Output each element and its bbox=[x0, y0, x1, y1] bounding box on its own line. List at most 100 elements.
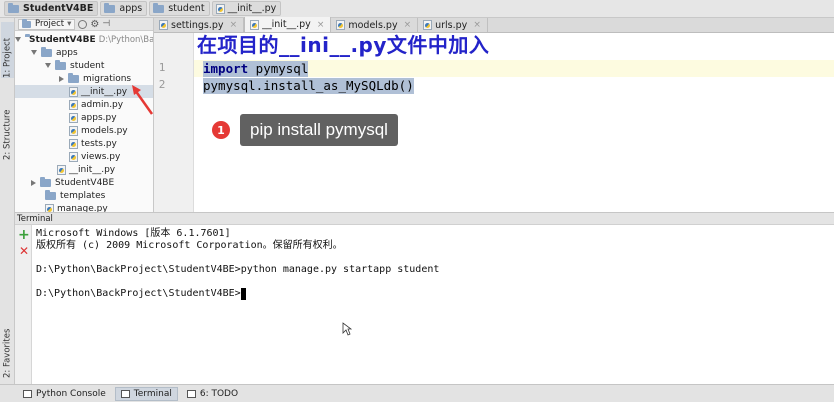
tree-item-label: models.py bbox=[81, 125, 128, 136]
editor-tabs: settings.py × __init__.py × models.py × urls.p… bbox=[154, 17, 834, 33]
tree-item-label: tests.py bbox=[81, 138, 117, 149]
editor-tab[interactable]: settings.py × bbox=[154, 18, 245, 32]
arrow-annotation-icon bbox=[132, 85, 154, 115]
close-tab-icon[interactable]: × bbox=[317, 20, 325, 30]
structure-tool-tab[interactable]: 2: Structure bbox=[1, 88, 14, 160]
sync-icon[interactable] bbox=[78, 19, 88, 29]
python-file-icon bbox=[69, 138, 78, 149]
python-file-icon bbox=[57, 164, 66, 175]
bottom-tool-tab[interactable]: Terminal bbox=[114, 386, 178, 401]
left-tool-strip: 1: Project 2: Structure 2: Favorites bbox=[0, 18, 15, 384]
terminal-cursor bbox=[240, 288, 246, 300]
project-tree-item[interactable]: views.py bbox=[15, 150, 153, 163]
code-keyword: import bbox=[203, 61, 249, 76]
project-tree-item[interactable]: StudentV4BE D:\Python\Ba bbox=[15, 33, 154, 46]
close-tab-icon[interactable]: × bbox=[404, 20, 412, 30]
tutorial-annotation: 在项目的__ini__.py文件中加入 bbox=[197, 33, 490, 57]
tree-item-label: manage.py bbox=[57, 203, 108, 213]
tool-window-icon bbox=[186, 389, 196, 398]
tab-label: urls.py bbox=[435, 19, 468, 31]
step-number-badge: 1 bbox=[212, 121, 230, 139]
editor-tab[interactable]: models.py × bbox=[331, 18, 419, 32]
tool-window-icon bbox=[23, 389, 32, 398]
editor-tab[interactable]: urls.py × bbox=[418, 18, 488, 32]
python-file-icon bbox=[69, 125, 78, 136]
mouse-pointer-icon bbox=[342, 322, 352, 336]
new-session-icon[interactable]: + bbox=[18, 228, 30, 242]
bottom-tool-tab[interactable]: 6: TODO bbox=[182, 387, 243, 401]
terminal-line: D:\Python\BackProject\StudentV4BE>python… bbox=[36, 264, 834, 276]
terminal-text: Microsoft Windows [版本 6.1.7601] bbox=[36, 228, 231, 239]
project-view-selector[interactable]: Project ▾ bbox=[18, 18, 76, 30]
code-line[interactable]: pymysql.install_as_MySQLdb() bbox=[203, 78, 414, 94]
instruction-tooltip: pip install pymysql bbox=[240, 114, 398, 146]
close-tab-icon[interactable]: × bbox=[473, 20, 481, 30]
project-tree-item[interactable]: manage.py bbox=[15, 202, 153, 213]
folder-icon bbox=[41, 46, 52, 57]
collapse-arrow-icon[interactable] bbox=[59, 75, 64, 82]
tree-item-label: migrations bbox=[83, 73, 132, 84]
code-text: pymysql bbox=[248, 61, 309, 76]
python-file-icon bbox=[69, 151, 78, 162]
terminal-text: D:\Python\BackProject\StudentV4BE>python… bbox=[36, 264, 440, 275]
code-line[interactable]: import pymysql bbox=[203, 61, 309, 77]
python-file-icon bbox=[69, 99, 78, 110]
folder-icon bbox=[8, 2, 19, 13]
project-tree-item[interactable]: tests.py bbox=[15, 137, 153, 150]
close-session-icon[interactable]: ✕ bbox=[19, 245, 29, 257]
folder-icon bbox=[104, 2, 116, 13]
project-path: D:\Python\Ba bbox=[98, 34, 154, 45]
tool-window-icon bbox=[120, 389, 130, 398]
breadcrumb-item-student[interactable]: student bbox=[149, 1, 210, 16]
folder-icon bbox=[153, 2, 165, 13]
python-file-icon bbox=[250, 19, 260, 30]
project-tree-item[interactable]: templates bbox=[15, 189, 153, 202]
python-file-icon bbox=[45, 203, 54, 212]
project-tree-item[interactable]: apps bbox=[15, 46, 153, 59]
terminal-line: 版权所有 (c) 2009 Microsoft Corporation。保留所有… bbox=[36, 240, 834, 252]
project-tree-item[interactable]: student bbox=[15, 59, 153, 72]
expand-arrow-icon[interactable] bbox=[15, 37, 21, 42]
bottom-tab-label: Terminal bbox=[133, 388, 172, 399]
project-tool-tab[interactable]: 1: Project bbox=[1, 22, 14, 78]
tree-item-label: apps.py bbox=[81, 112, 117, 123]
tree-item-label: views.py bbox=[81, 151, 121, 162]
terminal-header: Terminal bbox=[15, 212, 834, 225]
collapse-icon[interactable]: ⊣ bbox=[102, 19, 110, 29]
python-file-icon bbox=[69, 112, 78, 123]
folder-icon bbox=[40, 176, 51, 187]
expand-arrow-icon[interactable] bbox=[45, 63, 51, 68]
terminal-toolbar: + ✕ bbox=[15, 225, 32, 384]
terminal-output[interactable]: Microsoft Windows [版本 6.1.7601] 版权所有 (c) … bbox=[32, 225, 834, 384]
breadcrumb-item-file[interactable]: __init__.py bbox=[211, 1, 282, 16]
tree-item-label: __init__.py bbox=[69, 164, 116, 175]
expand-arrow-icon[interactable] bbox=[31, 50, 37, 55]
project-tree-item[interactable]: StudentV4BE bbox=[15, 176, 153, 189]
code-editor[interactable]: 1 2 在项目的__ini__.py文件中加入 import pymysql p… bbox=[154, 33, 834, 212]
python-file-icon bbox=[69, 86, 78, 97]
python-file-icon bbox=[423, 20, 433, 30]
tree-item-label: __init__.py bbox=[81, 86, 128, 97]
settings-icon[interactable]: ⚙ bbox=[90, 19, 99, 30]
collapse-arrow-icon[interactable] bbox=[31, 179, 36, 186]
python-file-icon bbox=[159, 20, 168, 30]
project-tree-item[interactable]: __init__.py bbox=[15, 163, 153, 176]
breadcrumb-item-apps[interactable]: apps bbox=[100, 1, 148, 16]
favorites-tool-tab[interactable]: 2: Favorites bbox=[1, 318, 14, 378]
tab-label: __init__.py bbox=[262, 19, 311, 30]
line-number: 1 bbox=[158, 61, 166, 74]
folder-icon bbox=[55, 59, 66, 70]
folder-icon bbox=[45, 189, 56, 200]
breadcrumb-item-project[interactable]: StudentV4BE bbox=[4, 1, 99, 16]
tab-label: models.py bbox=[348, 19, 398, 31]
editor-tab[interactable]: __init__.py × bbox=[244, 17, 332, 32]
breadcrumb: StudentV4BE apps student __init__.py bbox=[0, 0, 834, 18]
bottom-tab-label: Python Console bbox=[36, 388, 106, 399]
bottom-tool-tab[interactable]: Python Console bbox=[18, 387, 111, 401]
folder-icon bbox=[68, 72, 79, 83]
close-tab-icon[interactable]: × bbox=[230, 20, 238, 30]
tree-item-label: templates bbox=[60, 190, 106, 201]
project-tree-item[interactable]: models.py bbox=[15, 124, 153, 137]
